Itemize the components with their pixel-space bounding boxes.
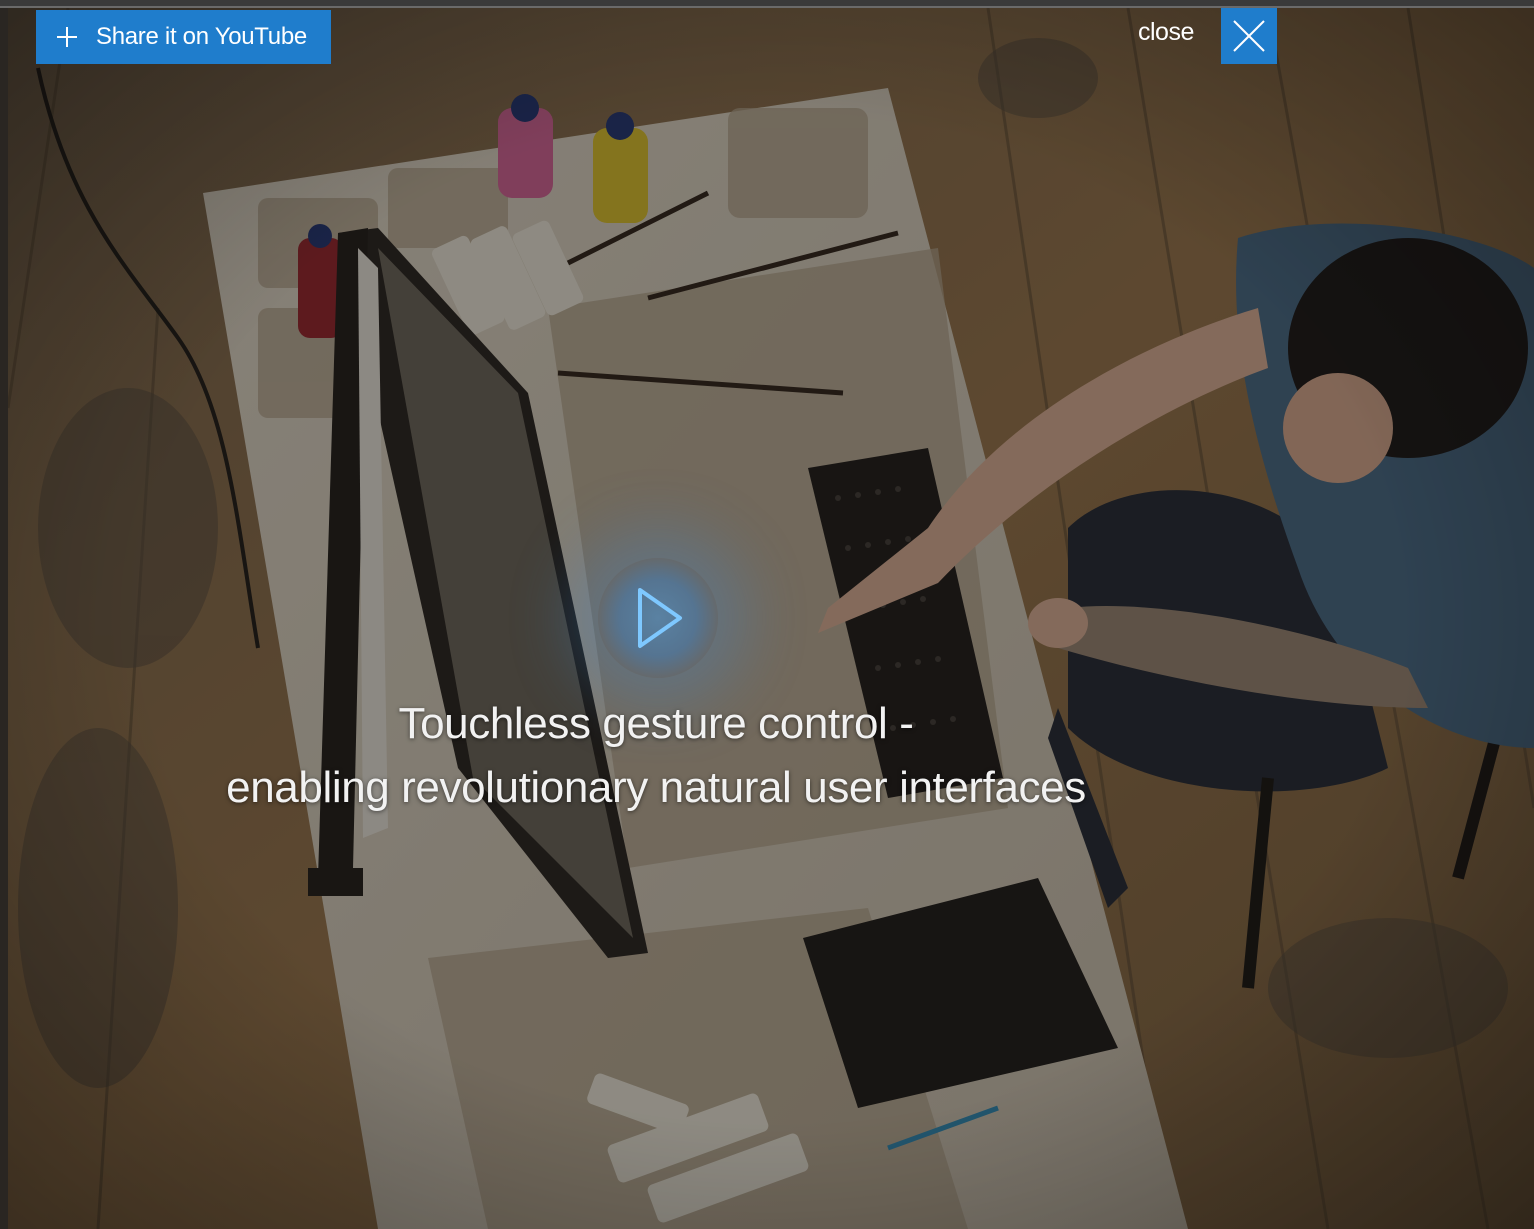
top-border <box>0 0 1534 8</box>
video-poster[interactable] <box>8 8 1534 1229</box>
share-youtube-label: Share it on YouTube <box>96 23 307 50</box>
video-caption: Touchless gesture control - enabling rev… <box>0 692 1312 820</box>
dim-overlay <box>8 8 1534 1229</box>
plus-icon <box>56 26 78 48</box>
caption-line-1: Touchless gesture control - <box>398 699 914 748</box>
play-icon <box>638 588 682 648</box>
close-button[interactable] <box>1221 8 1277 64</box>
share-youtube-button[interactable]: Share it on YouTube <box>36 10 331 64</box>
close-label[interactable]: close <box>1138 18 1194 47</box>
play-button[interactable] <box>598 558 718 678</box>
video-lightbox: Share it on YouTube close Touchless gest… <box>0 0 1534 1229</box>
close-x-icon <box>1233 20 1265 52</box>
caption-line-2: enabling revolutionary natural user inte… <box>226 763 1086 812</box>
